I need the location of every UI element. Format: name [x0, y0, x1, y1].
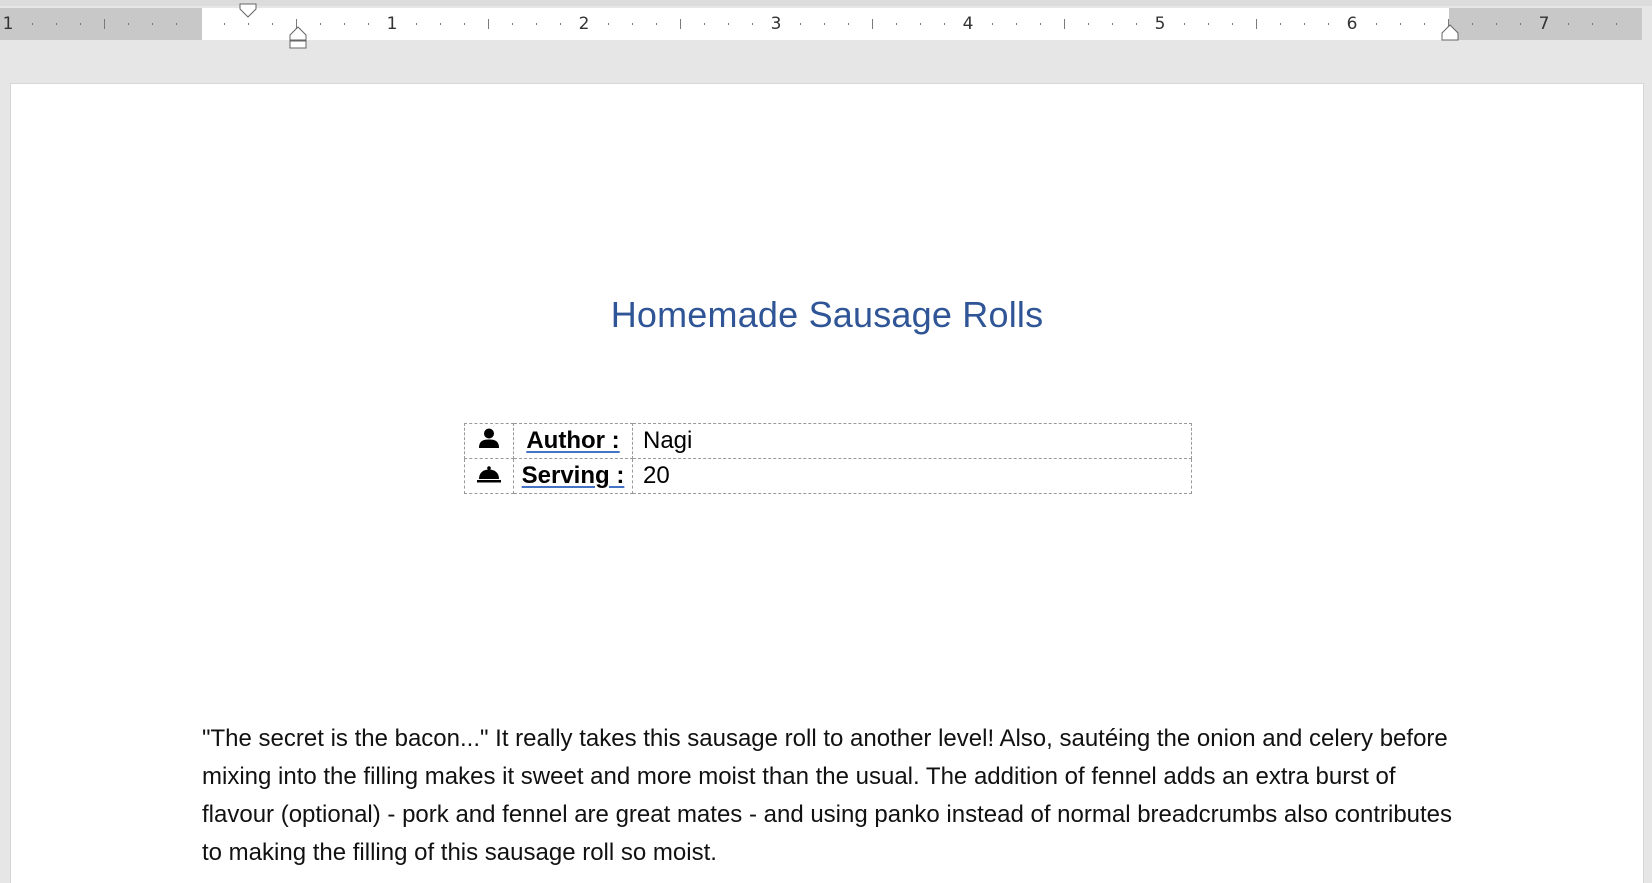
author-label: Author : [526, 427, 620, 454]
ruler-tick [824, 23, 825, 25]
serving-value[interactable]: 20 [632, 458, 1192, 494]
ruler-tick [488, 19, 489, 29]
serving-icon-cell [464, 458, 514, 494]
ruler-tick [1592, 23, 1593, 25]
ruler-tick [656, 23, 657, 25]
ruler-tick [1568, 23, 1569, 25]
ruler-number-1: 1 [386, 14, 398, 34]
hanging-indent-marker[interactable] [288, 26, 308, 50]
ruler-tick [752, 23, 753, 25]
person-icon [479, 428, 499, 448]
ruler-tick [680, 19, 681, 29]
ruler-tick [1064, 19, 1065, 29]
ruler-tick [560, 23, 561, 25]
author-value[interactable]: Nagi [632, 423, 1192, 459]
ruler-number-2: 2 [578, 14, 590, 34]
ruler-tick [416, 23, 417, 25]
ruler-tick [1304, 23, 1305, 25]
ruler-left-margin [0, 8, 202, 40]
meta-row-serving: Serving : 20 [464, 458, 1192, 494]
ruler-number-4: 4 [962, 14, 974, 34]
ruler-tick [608, 23, 609, 25]
ruler-tick [224, 23, 225, 25]
ruler-tick [248, 23, 249, 25]
ruler-tick [632, 23, 633, 25]
ruler-number-7: 7 [1538, 14, 1550, 34]
ruler-tick [152, 23, 153, 25]
ruler-tick [368, 23, 369, 25]
ruler-tick [440, 23, 441, 25]
ruler-tick [1280, 23, 1281, 25]
ruler-tick [728, 23, 729, 25]
ruler-tick [320, 23, 321, 25]
ruler-tick [272, 23, 273, 25]
document-page[interactable]: Homemade Sausage Rolls Author : Nagi Ser… [10, 83, 1644, 883]
ruler-tick [1016, 23, 1017, 25]
first-line-indent-marker[interactable] [238, 2, 258, 18]
ruler-tick [1112, 23, 1113, 25]
right-indent-marker[interactable] [1441, 24, 1459, 42]
ruler-tick [1616, 23, 1617, 25]
ruler-tick [104, 19, 105, 29]
meta-row-author: Author : Nagi [464, 423, 1192, 459]
ruler-tick [1400, 23, 1401, 25]
ruler-tick [1376, 23, 1377, 25]
serving-cloche-icon [477, 466, 501, 483]
ruler-tick [344, 23, 345, 25]
ruler-tick [32, 23, 33, 25]
ruler-tick [1208, 23, 1209, 25]
ruler-tick [944, 23, 945, 25]
ruler-tick [1496, 23, 1497, 25]
ruler-tick [1328, 23, 1329, 25]
ruler-bar: 1 1 2 3 4 5 6 7 [0, 0, 1652, 49]
ruler-number-5: 5 [1154, 14, 1166, 34]
ruler-tick [128, 23, 129, 25]
ruler-tick [1040, 23, 1041, 25]
document-title[interactable]: Homemade Sausage Rolls [11, 294, 1643, 336]
author-label-cell: Author : [513, 423, 633, 459]
ruler-number-3: 3 [770, 14, 782, 34]
ruler-tick [176, 23, 177, 25]
ruler-tick [872, 19, 873, 29]
serving-label-cell: Serving : [513, 458, 633, 494]
ruler-tick [1520, 23, 1521, 25]
ruler-tick [1184, 23, 1185, 25]
ruler-tick [512, 23, 513, 25]
ruler-tick [536, 23, 537, 25]
ruler-tick [1088, 23, 1089, 25]
ruler-tick [704, 23, 705, 25]
ruler-number-6: 6 [1346, 14, 1358, 34]
ruler-tick [1472, 23, 1473, 25]
intro-paragraph[interactable]: "The secret is the bacon..." It really t… [202, 720, 1462, 872]
ruler-tick [1256, 19, 1257, 29]
recipe-meta-table[interactable]: Author : Nagi Serving : 20 [464, 423, 1192, 494]
author-icon-cell [464, 423, 514, 459]
ruler-tick [80, 23, 81, 25]
ruler-tick [920, 23, 921, 25]
ruler-tick [800, 23, 801, 25]
ruler-tick [896, 23, 897, 25]
ruler-tick [1424, 23, 1425, 25]
ruler-tick [56, 23, 57, 25]
ruler-number-left-1: 1 [2, 14, 14, 34]
ruler-tick [1136, 23, 1137, 25]
ruler-tick [848, 23, 849, 25]
serving-label: Serving : [521, 462, 625, 489]
ruler-tick [1232, 23, 1233, 25]
ruler-tick [992, 23, 993, 25]
ruler-tick [464, 23, 465, 25]
